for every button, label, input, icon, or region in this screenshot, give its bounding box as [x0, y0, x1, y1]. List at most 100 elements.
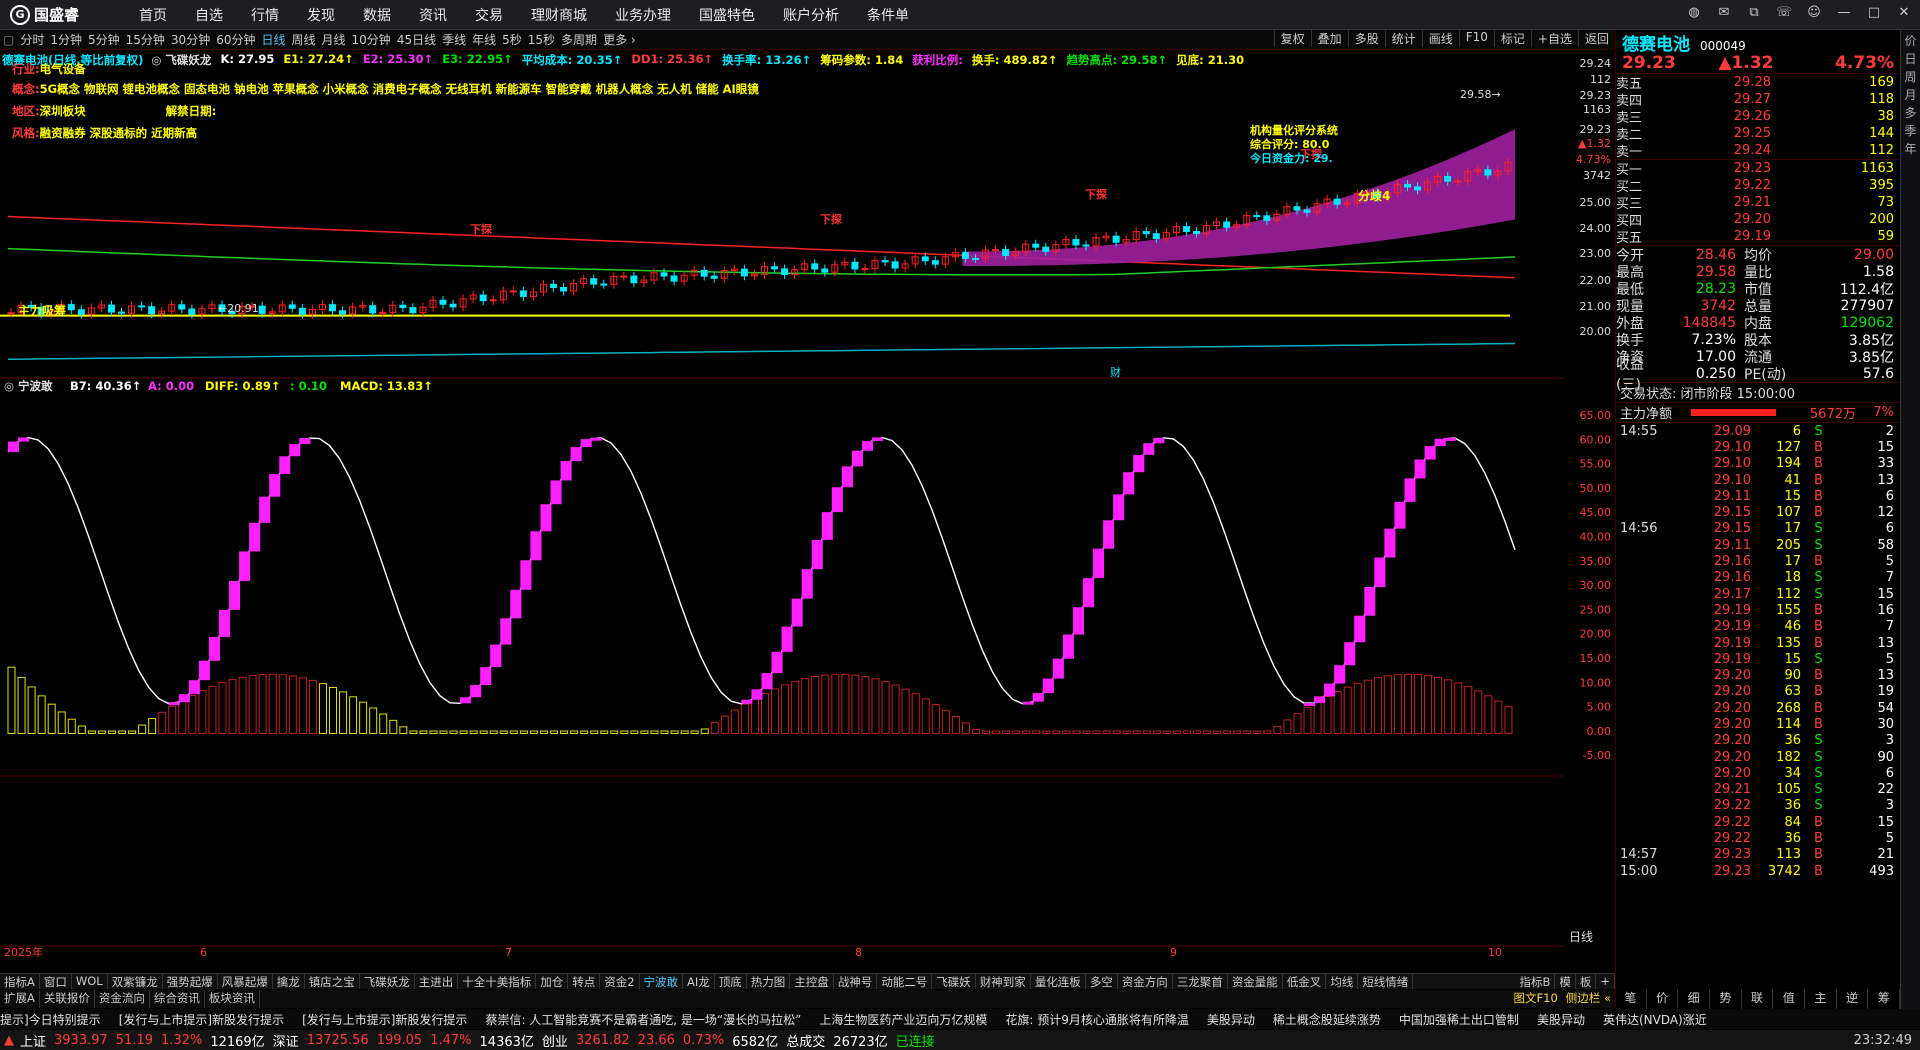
ind-tab-11[interactable]: 加仓	[536, 974, 569, 989]
ind-tab-29[interactable]: 均线	[1326, 974, 1359, 989]
sub-tab-1[interactable]: 关联报价	[40, 990, 95, 1008]
ind-tab-13[interactable]: 资金2	[600, 974, 640, 989]
ind-tab-3[interactable]: 双紫镰龙	[108, 974, 163, 989]
kline-chart[interactable]: 主力吸筹 ←20.9129.58→下探下探下探下探机构量化评分系统综合评分: 80…	[0, 68, 1565, 958]
ind-tab-right-3[interactable]: +	[1596, 974, 1615, 989]
ind-tab-2[interactable]: WOL	[72, 974, 108, 989]
ind-tab-26[interactable]: 三龙聚首	[1173, 974, 1228, 989]
period-checkbox[interactable]: ▢	[0, 33, 17, 47]
news-item[interactable]: 蔡崇信: 人工智能竞赛不是霸者通吃, 是一场“漫长的马拉松”	[485, 1011, 801, 1028]
tick-list[interactable]: 14:55 29.09 6 S 2 29.10 127 B 15 29.10 194 B 33 29.10…	[1616, 423, 1900, 879]
news-ticker[interactable]: 提示]今日特别提示 [发行与上市提示]新股发行提示 [发行与上市提示]新股发行提示 蔡…	[0, 1009, 1920, 1029]
news-item[interactable]: 稀土概念股延续涨势	[1273, 1011, 1381, 1028]
period-5[interactable]: 60分钟	[213, 31, 258, 48]
news-item[interactable]: 上海生物医药产业迈向万亿规模	[819, 1011, 987, 1028]
ask-row[interactable]: 卖四 29.27 118	[1616, 91, 1900, 109]
restore-icon[interactable]: □	[1864, 5, 1884, 20]
ind-tab-12[interactable]: 转点	[568, 974, 601, 989]
nav-7[interactable]: 理财商城	[517, 5, 601, 25]
period-11[interactable]: 季线	[439, 31, 469, 48]
news-item[interactable]: 提示]今日特别提示	[0, 1011, 101, 1028]
sub-tab-0[interactable]: 扩展A	[0, 990, 40, 1008]
side-tab-0[interactable]: 价	[1904, 34, 1916, 48]
tool-1[interactable]: 叠加	[1310, 30, 1348, 47]
side-tab-2[interactable]: 周	[1904, 70, 1916, 84]
ind-tab-18[interactable]: 主控盘	[790, 974, 834, 989]
nav-3[interactable]: 发现	[293, 5, 349, 25]
x-axis-period[interactable]: 日线	[1569, 930, 1593, 944]
ind-tab-21[interactable]: 飞碟妖	[932, 974, 976, 989]
tool-4[interactable]: 画线	[1421, 30, 1459, 47]
ind-tab-19[interactable]: 战神号	[834, 974, 878, 989]
news-item[interactable]: 美股异动	[1207, 1011, 1255, 1028]
tick-tab-8[interactable]: 筹	[1868, 989, 1901, 1009]
period-3[interactable]: 15分钟	[123, 31, 168, 48]
tick-tab-2[interactable]: 细	[1678, 989, 1711, 1009]
news-item[interactable]: 美股异动	[1537, 1011, 1585, 1028]
ind-tab-4[interactable]: 强势起爆	[163, 974, 218, 989]
period-14[interactable]: 15秒	[525, 31, 558, 48]
ind-tab-7[interactable]: 镇店之宝	[305, 974, 360, 989]
ind-tab-23[interactable]: 量化连板	[1031, 974, 1086, 989]
bid-row[interactable]: 买一 29.23 1163	[1616, 160, 1900, 178]
nav-2[interactable]: 行情	[237, 5, 293, 25]
bid-row[interactable]: 买三 29.21 73	[1616, 194, 1900, 212]
ind-tab-22[interactable]: 财神到家	[976, 974, 1031, 989]
side-tab-4[interactable]: 多	[1904, 106, 1916, 120]
ind-tab-17[interactable]: 热力图	[747, 974, 791, 989]
tick-tab-7[interactable]: 逆	[1837, 989, 1869, 1009]
ind-tab-9[interactable]: 主进出	[415, 974, 459, 989]
ind-tab-0[interactable]: 指标A	[0, 974, 40, 989]
tool-5[interactable]: F10	[1458, 30, 1494, 47]
ind-tab-8[interactable]: 飞碟妖龙	[360, 974, 415, 989]
mail-icon[interactable]: ✉	[1714, 5, 1734, 20]
period-8[interactable]: 月线	[319, 31, 349, 48]
period-12[interactable]: 年线	[469, 31, 499, 48]
bid-row[interactable]: 买四 29.20 200	[1616, 211, 1900, 229]
period-7[interactable]: 周线	[289, 31, 319, 48]
ask-row[interactable]: 卖二 29.25 144	[1616, 125, 1900, 143]
bid-row[interactable]: 买五 29.19 59	[1616, 228, 1900, 246]
period-1[interactable]: 1分钟	[47, 31, 85, 48]
period-0[interactable]: 分时	[17, 31, 47, 48]
tick-tab-3[interactable]: 势	[1710, 989, 1742, 1009]
ind-tab-28[interactable]: 低金叉	[1283, 974, 1327, 989]
bid-row[interactable]: 买二 29.22 395	[1616, 177, 1900, 195]
sh-index[interactable]: 3933.97	[54, 1033, 116, 1048]
ind-tab-10[interactable]: 十全十美指标	[458, 974, 537, 989]
nav-6[interactable]: 交易	[461, 5, 517, 25]
tool-6[interactable]: 标记	[1493, 30, 1531, 47]
sub-tab-4[interactable]: 板块资讯	[205, 990, 260, 1008]
period-4[interactable]: 30分钟	[168, 31, 213, 48]
tick-tab-1[interactable]: 价	[1647, 989, 1679, 1009]
tool-0[interactable]: 复权	[1273, 30, 1311, 47]
news-item[interactable]: [发行与上市提示]新股发行提示	[119, 1011, 284, 1028]
sz-index[interactable]: 13725.56	[307, 1033, 377, 1048]
ind-tab-24[interactable]: 多空	[1086, 974, 1118, 989]
tick-tab-0[interactable]: 笔	[1615, 989, 1647, 1009]
ind-tab-6[interactable]: 擒龙	[273, 974, 305, 989]
ind-tab-right-2[interactable]: 板	[1576, 974, 1597, 989]
ask-row[interactable]: 卖五 29.28 169	[1616, 74, 1900, 92]
nav-8[interactable]: 业务办理	[601, 5, 685, 25]
nav-4[interactable]: 数据	[349, 5, 405, 25]
ind-tab-20[interactable]: 动能二号	[877, 974, 933, 989]
tool-8[interactable]: 返回	[1577, 30, 1615, 47]
side-tab-6[interactable]: 年	[1904, 142, 1916, 156]
ind-tab-14[interactable]: 宁波敢	[640, 974, 684, 989]
nav-9[interactable]: 国盛特色	[685, 5, 769, 25]
chat-icon[interactable]: ◍	[1684, 5, 1704, 20]
side-tab-5[interactable]: 季	[1904, 124, 1916, 138]
app-logo[interactable]: G 国盛睿	[0, 4, 125, 25]
sub-tab-3[interactable]: 综合资讯	[150, 990, 205, 1008]
period-10[interactable]: 45日线	[394, 31, 439, 48]
nav-5[interactable]: 资讯	[405, 5, 461, 25]
period-16[interactable]: 更多 ›	[600, 31, 639, 48]
ind-tab-16[interactable]: 顶底	[715, 974, 747, 989]
sub-tab-2[interactable]: 资金流向	[95, 990, 150, 1008]
tick-tab-5[interactable]: 值	[1773, 989, 1806, 1009]
cy-index[interactable]: 3261.82	[576, 1033, 638, 1048]
nav-0[interactable]: 首页	[125, 5, 181, 25]
ind-tab-25[interactable]: 资金方向	[1118, 974, 1173, 989]
period-2[interactable]: 5分钟	[85, 31, 123, 48]
